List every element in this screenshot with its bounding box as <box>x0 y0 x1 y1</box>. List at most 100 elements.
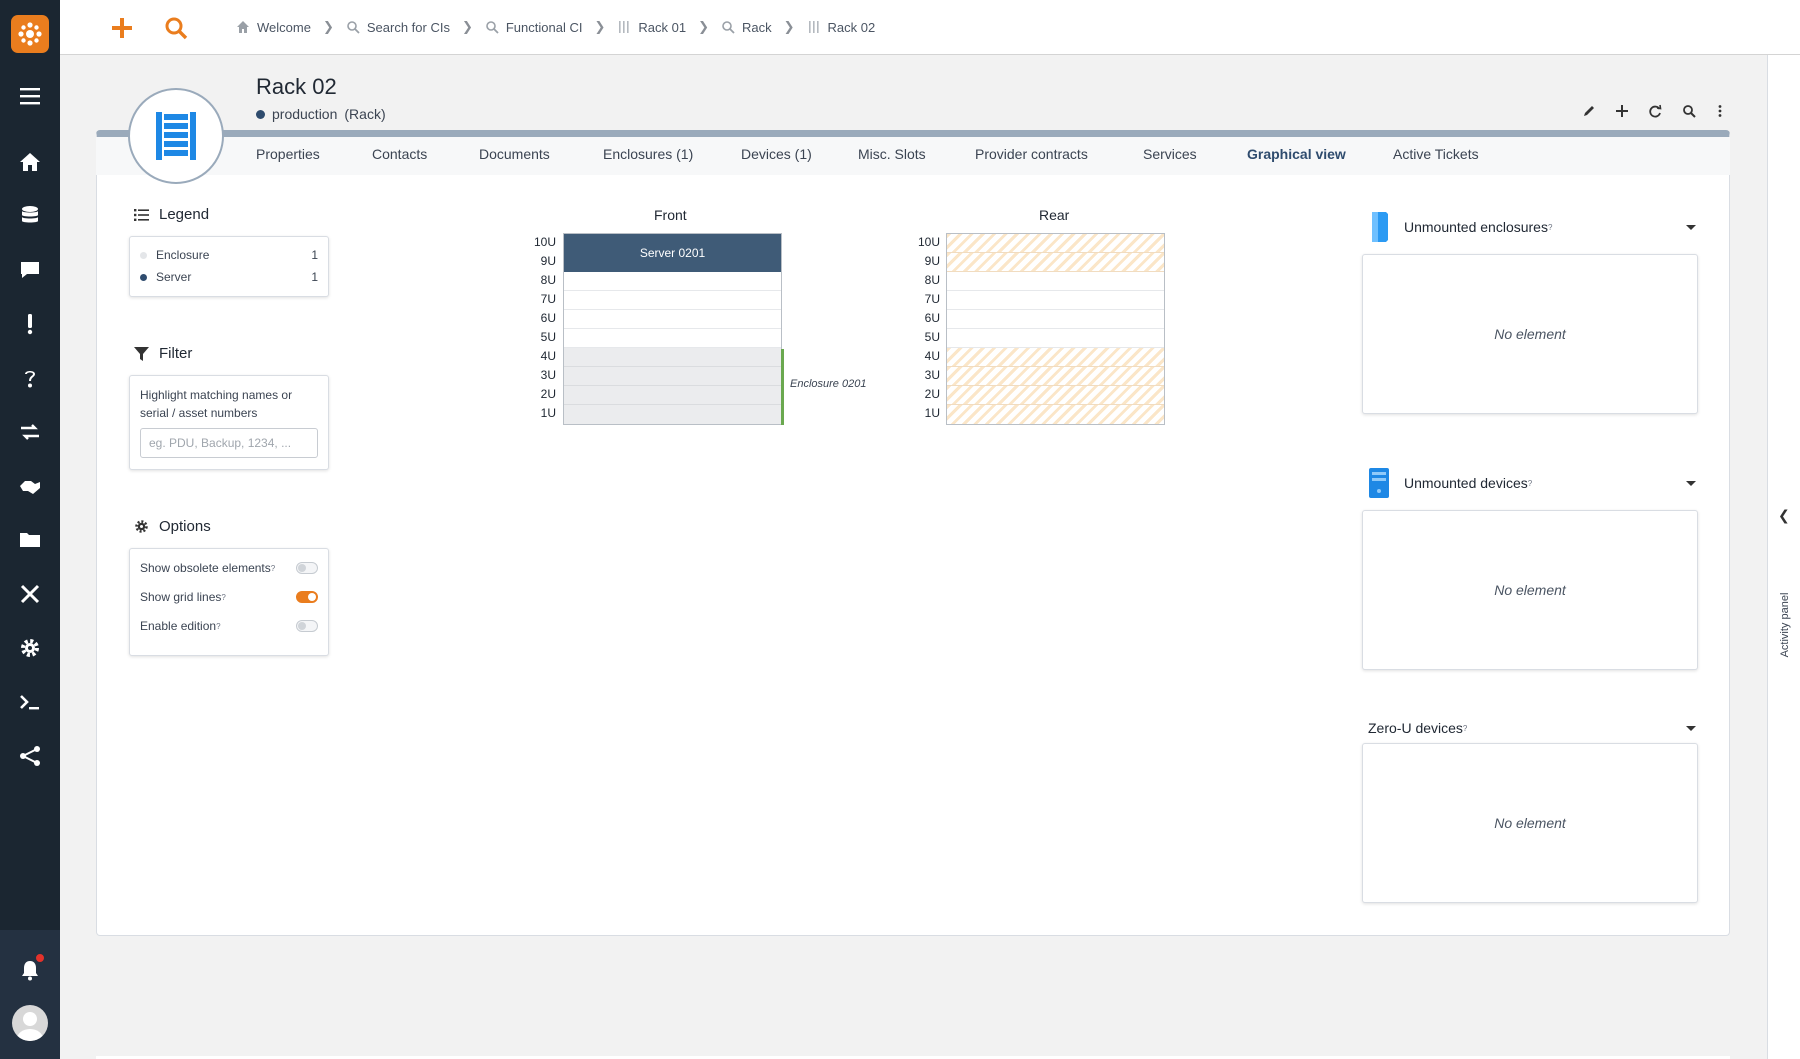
help-icon[interactable]: ? <box>1528 479 1532 488</box>
toggle-enable-edition[interactable] <box>296 620 318 632</box>
legend-item-server[interactable]: Server 1 <box>140 270 318 284</box>
chat-icon[interactable] <box>0 250 60 290</box>
zero-u-devices-header[interactable]: Zero-U devices? <box>1368 711 1698 745</box>
tab-provider-contracts[interactable]: Provider contracts <box>975 146 1088 162</box>
filter-description: Highlight matching names or serial / ass… <box>140 388 293 420</box>
tab-documents[interactable]: Documents <box>479 146 550 162</box>
search-icon <box>347 21 360 34</box>
main-navigation <box>0 0 60 1059</box>
help-icon[interactable]: ? <box>271 564 275 573</box>
tab-active-tickets[interactable]: Active Tickets <box>1393 146 1479 162</box>
rack-slot-7u[interactable] <box>947 291 1164 310</box>
rack-slot-6u[interactable] <box>564 310 781 329</box>
refresh-icon[interactable] <box>1644 100 1666 122</box>
menu-toggle-icon[interactable] <box>0 76 60 116</box>
tab-misc-slots[interactable]: Misc. Slots <box>858 146 926 162</box>
unmounted-devices-header[interactable]: Unmounted devices? <box>1368 466 1698 500</box>
server-block[interactable]: Server 0201 <box>564 234 781 272</box>
occupied-slot-10u <box>947 234 1164 253</box>
option-show-obsolete: Show obsolete elements? <box>140 561 318 575</box>
rack-rear <box>946 233 1165 425</box>
tab-contacts[interactable]: Contacts <box>372 146 427 162</box>
chevron-down-icon[interactable] <box>1686 725 1696 731</box>
help-icon[interactable]: ? <box>1548 223 1552 232</box>
breadcrumb-item-rack-02[interactable]: Rack 02 <box>807 20 875 35</box>
unit-label: 6U <box>540 311 556 325</box>
rack-slot-6u[interactable] <box>947 310 1164 329</box>
rack-icon <box>808 21 819 33</box>
rack-icon <box>619 21 629 33</box>
database-icon[interactable] <box>0 196 60 236</box>
incident-icon[interactable] <box>0 304 60 344</box>
rack-front: Server 0201 <box>563 233 782 425</box>
enclosure-label[interactable]: Enclosure 0201 <box>790 378 866 390</box>
filter-input[interactable] <box>140 428 318 458</box>
activity-panel[interactable]: ❮ Activity panel <box>1767 55 1800 1059</box>
chevron-down-icon[interactable] <box>1686 224 1696 230</box>
unmounted-enclosures-dropzone[interactable]: No element <box>1362 254 1698 414</box>
enclosure-slot-3u[interactable] <box>564 367 781 386</box>
breadcrumb: Welcome ❯ Search for CIs ❯ Functional CI… <box>236 19 875 35</box>
edit-icon[interactable] <box>1578 100 1600 122</box>
tab-enclosures[interactable]: Enclosures (1) <box>603 146 693 162</box>
breadcrumb-item-search-cis[interactable]: Search for CIs <box>346 20 450 35</box>
chevron-right-icon: ❯ <box>698 19 709 34</box>
breadcrumb-item-welcome[interactable]: Welcome <box>236 20 311 35</box>
help-icon[interactable]: ? <box>1463 724 1467 733</box>
tab-devices[interactable]: Devices (1) <box>741 146 812 162</box>
unit-label: 10U <box>533 235 556 249</box>
search-icon[interactable] <box>1678 100 1700 122</box>
enclosure-slot-4u[interactable] <box>564 348 781 367</box>
object-status: production (Rack) <box>256 106 386 122</box>
help-icon[interactable]: ? <box>216 622 220 631</box>
object-tabs: Properties Contacts Documents Enclosures… <box>96 137 1730 175</box>
change-icon[interactable] <box>0 412 60 452</box>
handshake-icon[interactable] <box>0 466 60 506</box>
rack-slot-8u[interactable] <box>947 272 1164 291</box>
breadcrumb-item-functional-ci[interactable]: Functional CI <box>485 20 582 35</box>
legend-color-dot <box>140 273 147 281</box>
tab-services[interactable]: Services <box>1143 146 1197 162</box>
help-icon[interactable] <box>0 358 60 398</box>
breadcrumb-item-rack-01[interactable]: Rack 01 <box>617 20 686 35</box>
global-search-icon[interactable] <box>160 12 192 44</box>
add-icon[interactable] <box>106 12 138 44</box>
home-icon[interactable] <box>0 142 60 182</box>
notifications-bell-icon[interactable] <box>0 950 60 990</box>
tab-properties[interactable]: Properties <box>256 146 320 162</box>
rack-slot-5u[interactable] <box>564 329 781 348</box>
more-actions-icon[interactable] <box>1709 100 1731 122</box>
unmounted-devices-dropzone[interactable]: No element <box>1362 510 1698 670</box>
tab-graphical-view[interactable]: Graphical view <box>1247 146 1346 162</box>
folder-icon[interactable] <box>0 520 60 560</box>
enclosure-slot-1u[interactable] <box>564 405 781 424</box>
rack-slot-8u[interactable] <box>564 272 781 291</box>
enclosure-slot-2u[interactable] <box>564 386 781 405</box>
console-icon[interactable] <box>0 682 60 722</box>
breadcrumb-item-rack[interactable]: Rack <box>721 20 772 35</box>
legend-item-enclosure[interactable]: Enclosure 1 <box>140 248 318 262</box>
rack-slot-7u[interactable] <box>564 291 781 310</box>
user-avatar[interactable] <box>12 1005 48 1041</box>
chevron-left-icon[interactable]: ❮ <box>1778 507 1790 524</box>
unit-label: 2U <box>540 387 556 401</box>
new-icon[interactable] <box>1611 100 1633 122</box>
unit-label: 7U <box>924 292 940 306</box>
activity-panel-label[interactable]: Activity panel <box>1779 593 1791 658</box>
filter-box: Highlight matching names or serial / ass… <box>129 375 329 470</box>
tools-icon[interactable] <box>0 574 60 614</box>
toggle-show-obsolete[interactable] <box>296 562 318 574</box>
unmounted-enclosures-header[interactable]: Unmounted enclosures? <box>1368 210 1698 244</box>
itop-logo-icon[interactable] <box>11 15 49 53</box>
unit-label: 9U <box>540 254 556 268</box>
share-icon[interactable] <box>0 736 60 776</box>
zero-u-devices-dropzone[interactable]: No element <box>1362 743 1698 903</box>
unit-label: 10U <box>917 235 940 249</box>
rack-slot-5u[interactable] <box>947 329 1164 348</box>
help-icon[interactable]: ? <box>221 593 225 602</box>
chevron-down-icon[interactable] <box>1686 480 1696 486</box>
toggle-show-grid-lines[interactable] <box>296 591 318 603</box>
options-header: Options <box>134 518 211 535</box>
option-enable-edition: Enable edition? <box>140 619 318 633</box>
settings-icon[interactable] <box>0 628 60 668</box>
